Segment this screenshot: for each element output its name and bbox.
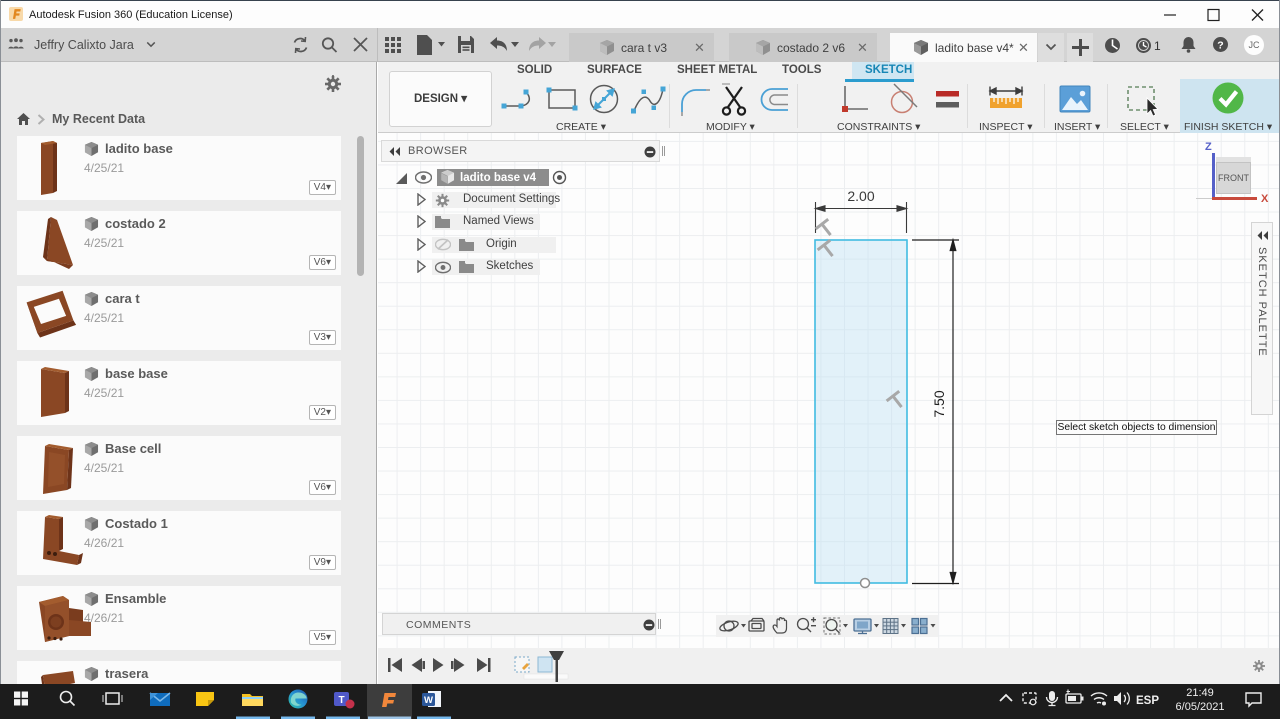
svg-text:?: ?: [1217, 39, 1223, 51]
svg-text:W: W: [424, 695, 433, 706]
svg-text:2.00: 2.00: [847, 188, 874, 204]
svg-text:T: T: [338, 695, 344, 706]
svg-text:7.50: 7.50: [931, 390, 947, 417]
